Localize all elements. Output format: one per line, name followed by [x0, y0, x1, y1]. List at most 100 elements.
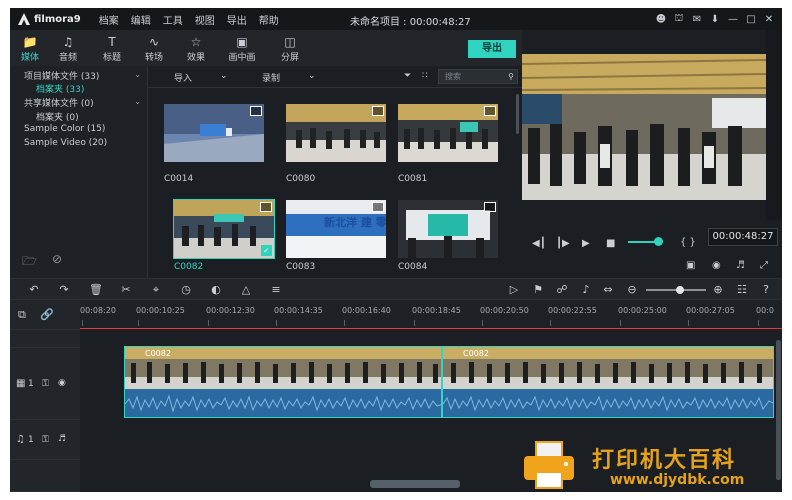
tab-split-screen[interactable]: ◫ 分屏: [270, 34, 310, 63]
split-audio-icon[interactable]: ⇔: [600, 282, 616, 298]
fullscreen-icon[interactable]: ⤢: [760, 260, 768, 271]
track-header-footer: [10, 460, 80, 492]
mail-icon[interactable]: ✉: [688, 11, 706, 27]
new-folder-icon[interactable]: 🗁: [22, 252, 42, 273]
help-icon[interactable]: ?: [758, 282, 774, 298]
crop-icon[interactable]: ⌖: [148, 282, 164, 298]
menu-edit[interactable]: 编辑: [131, 12, 151, 27]
delete-icon[interactable]: 🗑: [88, 282, 104, 298]
sidebar-item-folder-0[interactable]: 档案夹 (0): [36, 110, 79, 123]
cut-icon[interactable]: ✂: [118, 282, 134, 298]
minimize-icon[interactable]: —: [724, 11, 742, 27]
chevron-down-icon[interactable]: ⌄: [308, 71, 316, 81]
download-icon[interactable]: ⬇: [706, 11, 724, 27]
zoom-slider-knob[interactable]: [676, 286, 684, 294]
render-preview-icon[interactable]: ▣: [686, 260, 695, 271]
delete-folder-icon[interactable]: ⊘: [52, 252, 72, 273]
snapshot-icon[interactable]: ◉: [712, 260, 721, 271]
tab-pip[interactable]: ▣ 画中画: [222, 34, 262, 63]
menu-export[interactable]: 导出: [227, 12, 247, 27]
chevron-down-icon[interactable]: ⌄: [220, 71, 228, 81]
render-icon[interactable]: ▷: [506, 282, 522, 298]
effects-icon: ☆: [190, 35, 202, 49]
ruler-label: 00:00:18:45: [412, 306, 461, 315]
timeline-ruler[interactable]: 00:08:20 00:00:10:25 00:00:12:30 00:00:1…: [80, 300, 782, 330]
prev-frame-icon[interactable]: ◀┃: [532, 238, 546, 249]
zoom-in-icon[interactable]: ⊕: [710, 282, 726, 298]
play-icon[interactable]: ▶: [582, 238, 590, 249]
green-screen-icon[interactable]: △: [238, 282, 254, 298]
media-thumb-c0014[interactable]: [164, 104, 264, 162]
eye-icon[interactable]: ◉: [58, 378, 66, 388]
ruler-label: 00:00:25:00: [618, 306, 667, 315]
maximize-icon[interactable]: □: [742, 11, 760, 27]
media-name: C0081: [398, 174, 428, 184]
add-track-icon[interactable]: ⧉: [18, 308, 26, 322]
media-sidebar: 项目媒体文件 (33) ⌄ 档案夹 (33) 共享媒体文件 (0) ⌄ 档案夹 …: [10, 66, 148, 278]
fit-timeline-icon[interactable]: ☷: [734, 282, 750, 298]
speed-icon[interactable]: ◷: [178, 282, 194, 298]
link-icon[interactable]: 🔗: [40, 308, 54, 321]
tab-media[interactable]: 📁 媒体: [10, 34, 50, 68]
media-thumb-c0083[interactable]: 新北洋 建 零售新科: [286, 200, 386, 258]
sidebar-item-folder-33[interactable]: 档案夹 (33): [36, 82, 84, 95]
zoom-out-icon[interactable]: ⊖: [624, 282, 640, 298]
media-thumb-c0084[interactable]: [398, 200, 498, 258]
redo-icon[interactable]: ↷: [56, 282, 72, 298]
ruler-tick: [550, 320, 551, 326]
sidebar-item-shared-media[interactable]: 共享媒体文件 (0): [24, 96, 94, 109]
stop-icon[interactable]: ■: [606, 238, 615, 249]
media-scrollbar[interactable]: [516, 94, 519, 134]
store-icon[interactable]: ⛫: [670, 11, 688, 27]
record-dropdown[interactable]: 录制: [262, 71, 280, 84]
media-thumb-c0081[interactable]: [398, 104, 498, 162]
video-clip[interactable]: C0082: [442, 346, 774, 418]
export-button[interactable]: 导出: [468, 40, 516, 58]
menu-help[interactable]: 帮助: [259, 12, 279, 27]
audio-mixer-icon[interactable]: ≡: [268, 282, 284, 298]
tab-titles-label: 标题: [102, 53, 121, 63]
close-icon[interactable]: ✕: [760, 11, 778, 27]
thumb-image: [398, 200, 498, 258]
preview-side-strip: [766, 30, 782, 220]
undo-icon[interactable]: ↶: [26, 282, 42, 298]
menu-file[interactable]: 档案: [99, 12, 119, 27]
search-input[interactable]: 搜索 ⚲: [438, 69, 518, 84]
tab-effects[interactable]: ☆ 效果: [176, 34, 216, 63]
marker-icon[interactable]: ⚑: [530, 282, 546, 298]
menu-view[interactable]: 视图: [195, 12, 215, 27]
sidebar-item-sample-video[interactable]: Sample Video (20): [24, 138, 107, 148]
next-frame-icon[interactable]: ┃▶: [556, 238, 570, 249]
sidebar-item-sample-color[interactable]: Sample Color (15): [24, 124, 105, 134]
tab-split-screen-label: 分屏: [280, 53, 299, 63]
media-thumb-c0082[interactable]: ✓: [173, 199, 275, 259]
tab-pip-label: 画中画: [228, 53, 256, 63]
volume-slider-knob[interactable]: [654, 237, 663, 246]
mark-in-out[interactable]: { }: [680, 237, 696, 248]
timeline-horizontal-scrollbar[interactable]: [370, 480, 460, 488]
sidebar-item-project-media[interactable]: 项目媒体文件 (33): [24, 69, 99, 82]
import-dropdown[interactable]: 导入: [174, 71, 192, 84]
menu-tools[interactable]: 工具: [163, 12, 183, 27]
volume-icon[interactable]: ♬: [736, 260, 745, 271]
lock-icon[interactable]: ⚿: [42, 379, 49, 389]
tab-audio[interactable]: ♫ 音频: [48, 34, 88, 63]
chevron-down-icon[interactable]: ⌄: [134, 97, 141, 106]
grid-view-icon[interactable]: ∷: [422, 71, 428, 81]
tab-titles[interactable]: T 标题: [92, 34, 132, 63]
voiceover-icon[interactable]: ♪: [578, 282, 594, 298]
media-thumb-c0080[interactable]: [286, 104, 386, 162]
watermark-url: www.djydbk.com: [610, 472, 745, 488]
clip-frames: [443, 347, 773, 389]
user-icon[interactable]: ☻: [652, 11, 670, 27]
color-icon[interactable]: ◐: [208, 282, 224, 298]
search-icon[interactable]: ⚲: [508, 70, 514, 83]
video-clip[interactable]: C0082: [124, 346, 442, 418]
lock-icon[interactable]: ⚿: [42, 435, 49, 445]
speaker-icon[interactable]: ♬: [58, 434, 66, 444]
filter-icon[interactable]: ⏷: [404, 71, 411, 81]
tab-transitions[interactable]: ∿ 转场: [134, 34, 174, 63]
film-icon: [484, 202, 496, 212]
chevron-down-icon[interactable]: ⌄: [134, 70, 141, 79]
microphone-icon[interactable]: ☍: [554, 282, 570, 298]
